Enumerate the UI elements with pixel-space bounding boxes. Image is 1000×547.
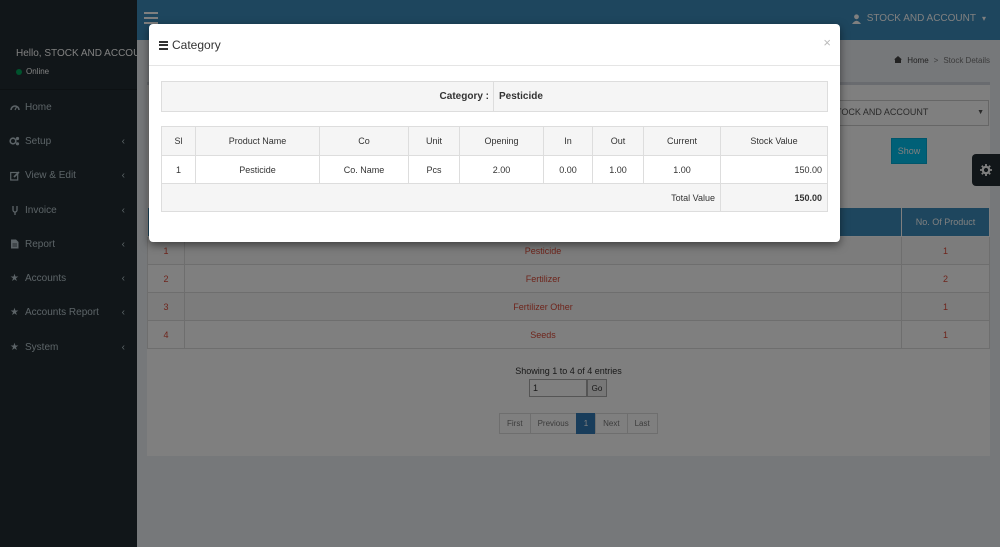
close-icon[interactable]: × <box>823 35 831 50</box>
category-modal: Category × Category : Pesticide Sl Produ… <box>149 24 840 242</box>
column-header: Current <box>643 126 721 156</box>
cell-co: Co. Name <box>319 155 409 184</box>
column-header: In <box>543 126 593 156</box>
cell-stock-value: 150.00 <box>720 155 828 184</box>
cell-unit: Pcs <box>408 155 460 184</box>
modal-title: Category <box>159 38 221 52</box>
modal-title-text: Category <box>172 38 221 52</box>
total-value: 150.00 <box>720 183 828 212</box>
column-header: Stock Value <box>720 126 828 156</box>
cell-in: 0.00 <box>543 155 593 184</box>
cell-product: Pesticide <box>195 155 320 184</box>
modal-header: Category × <box>149 24 840 66</box>
column-header: Sl <box>161 126 196 156</box>
cell-current: 1.00 <box>643 155 721 184</box>
cell-out: 1.00 <box>592 155 644 184</box>
cell-sl: 1 <box>161 155 196 184</box>
category-info-table: Category : Pesticide <box>161 81 828 112</box>
column-header: Opening <box>459 126 544 156</box>
table-row: 1 Pesticide Co. Name Pcs 2.00 0.00 1.00 … <box>161 155 828 184</box>
product-stock-table: Sl Product Name Co Unit Opening In Out C… <box>161 126 828 212</box>
category-value: Pesticide <box>493 81 828 112</box>
bars-icon <box>159 40 168 50</box>
column-header: Co <box>319 126 409 156</box>
total-row: Total Value 150.00 <box>161 183 828 212</box>
column-header: Product Name <box>195 126 320 156</box>
cell-opening: 2.00 <box>459 155 544 184</box>
column-header: Out <box>592 126 644 156</box>
category-label: Category : <box>161 81 494 112</box>
column-header: Unit <box>408 126 460 156</box>
total-label: Total Value <box>161 183 721 212</box>
